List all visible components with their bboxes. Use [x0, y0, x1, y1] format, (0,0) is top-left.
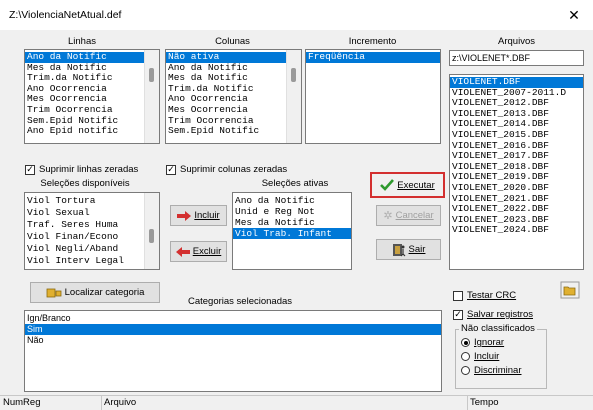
checkbox-icon: [453, 290, 463, 301]
colunas-item[interactable]: Ano Ocorrencia: [166, 94, 301, 105]
colunas-header: Colunas: [215, 36, 250, 47]
arquivo-item[interactable]: VIOLENET_2016.DBF: [450, 141, 583, 152]
incremento-item[interactable]: Freqüência: [306, 52, 440, 63]
selecao-disponivel-item[interactable]: Viol Tortura: [25, 195, 159, 207]
executar-button[interactable]: Executar: [370, 172, 445, 198]
selecao-disponivel-item[interactable]: Viol Negli/Aband: [25, 243, 159, 255]
cancelar-button[interactable]: ✲ Cancelar: [376, 205, 441, 226]
arquivo-item[interactable]: VIOLENET_2023.DBF: [450, 215, 583, 226]
categorias-header: Categorias selecionadas: [187, 296, 293, 307]
selecao-ativa-item[interactable]: Unid e Reg Not: [233, 206, 351, 217]
arquivo-item[interactable]: VIOLENET_2013.DBF: [450, 109, 583, 120]
arquivo-item[interactable]: VIOLENET_2018.DBF: [450, 162, 583, 173]
selecao-disponivel-item[interactable]: Traf. Seres Huma: [25, 219, 159, 231]
linhas-list[interactable]: Ano da Notific Mes da Notific Trim.da Noti…: [24, 49, 160, 144]
arquivo-item[interactable]: VIOLENET_2015.DBF: [450, 130, 583, 141]
arquivo-item[interactable]: VIOLENET_2007-2011.D: [450, 88, 583, 99]
salvar-registros-checkbox[interactable]: ✓ Salvar registros: [453, 309, 533, 320]
selecoes-disponiveis-list[interactable]: Viol Tortura Viol Sexual Traf. Seres Huma V…: [24, 192, 160, 270]
window-title: Z:\ViolenciaNetAtual.def: [9, 9, 122, 21]
selecoes-ativas-list[interactable]: Ano da Notific Unid e Reg Not Mes da Notif…: [232, 192, 352, 270]
radio-incluir[interactable]: Incluir: [461, 351, 499, 362]
arquivo-item[interactable]: VIOLENET_2014.DBF: [450, 119, 583, 130]
excluir-button[interactable]: Excluir: [170, 241, 227, 262]
localizar-categoria-button[interactable]: Localizar categoria: [30, 282, 160, 303]
radio-icon: [461, 338, 470, 347]
suprimir-colunas-checkbox[interactable]: ✓ Suprimir colunas zeradas: [166, 164, 287, 175]
arrow-right-icon: [177, 210, 192, 221]
selecoes-ativas-header: Seleções ativas: [261, 178, 329, 189]
linhas-scrollbar[interactable]: [144, 50, 159, 143]
arquivos-list[interactable]: VIOLENET.DBF VIOLENET_2007-2011.D VIOLENET…: [449, 74, 584, 270]
arrow-left-icon: [175, 246, 190, 257]
selecao-disponivel-item[interactable]: Viol Finan/Econo: [25, 231, 159, 243]
status-tempo: Tempo: [470, 397, 499, 408]
arquivos-header: Arquivos: [498, 36, 535, 47]
categoria-item[interactable]: Ign/Branco: [25, 313, 441, 324]
testar-crc-checkbox[interactable]: Testar CRC: [453, 290, 516, 301]
linhas-item[interactable]: Trim.da Notific: [25, 73, 159, 84]
categorias-list[interactable]: Ign/Branco Sim Não: [24, 310, 442, 392]
arquivos-filter-input[interactable]: z:\VIOLENET*.DBF: [449, 50, 584, 66]
status-numreg: NumReg: [0, 396, 102, 410]
radio-discriminar[interactable]: Discriminar: [461, 365, 522, 376]
categoria-item[interactable]: Não: [25, 335, 441, 346]
arquivo-item[interactable]: VIOLENET_2019.DBF: [450, 172, 583, 183]
colunas-list[interactable]: Não ativa Ano da Notific Mes da Notific Tri…: [165, 49, 302, 144]
title-bar: Z:\ViolenciaNetAtual.def ✕: [0, 0, 593, 30]
arquivo-item[interactable]: VIOLENET_2024.DBF: [450, 225, 583, 236]
selecao-ativa-item[interactable]: Mes da Notific: [233, 217, 351, 228]
colunas-item[interactable]: Trim Ocorrencia: [166, 116, 301, 127]
linhas-item[interactable]: Ano Ocorrencia: [25, 84, 159, 95]
find-category-icon: [46, 288, 62, 297]
linhas-item[interactable]: Mes da Notific: [25, 63, 159, 74]
disponiveis-scrollbar[interactable]: [144, 193, 159, 269]
linhas-header: Linhas: [68, 36, 96, 47]
status-bar: NumReg Arquivo Tempo: [0, 395, 593, 410]
folder-icon[interactable]: [560, 281, 580, 299]
linhas-item[interactable]: Ano da Notific: [25, 52, 159, 63]
linhas-item[interactable]: Ano Epid notific: [25, 126, 159, 137]
selecao-ativa-item[interactable]: Ano da Notific: [233, 195, 351, 206]
selecao-disponivel-item[interactable]: Viol Interv Legal: [25, 255, 159, 267]
selecoes-disponiveis-header: Seleções disponíveis: [40, 178, 130, 189]
selecao-disponivel-item[interactable]: Viol Sexual: [25, 207, 159, 219]
colunas-item[interactable]: Mes Ocorrencia: [166, 105, 301, 116]
checkbox-icon: ✓: [453, 309, 463, 320]
colunas-item[interactable]: Ano da Notific: [166, 63, 301, 74]
incremento-header: Incremento: [348, 36, 397, 47]
radio-ignorar[interactable]: Ignorar: [461, 337, 504, 348]
colunas-scrollbar[interactable]: [286, 50, 301, 143]
cancel-icon: ✲: [383, 210, 393, 222]
arquivo-item[interactable]: VIOLENET_2020.DBF: [450, 183, 583, 194]
linhas-item[interactable]: Sem.Epid Notific: [25, 116, 159, 127]
arquivo-item[interactable]: VIOLENET.DBF: [450, 77, 583, 88]
exit-door-icon: [392, 243, 405, 256]
arquivo-item[interactable]: VIOLENET_2022.DBF: [450, 204, 583, 215]
checkbox-icon: ✓: [166, 164, 176, 175]
radio-icon: [461, 352, 470, 361]
status-arquivo: Arquivo: [101, 396, 468, 410]
incluir-button[interactable]: Incluir: [170, 205, 227, 226]
close-icon[interactable]: ✕: [565, 7, 583, 23]
checkmark-icon: [380, 179, 395, 191]
colunas-item[interactable]: Trim.da Notific: [166, 84, 301, 95]
arquivo-item[interactable]: VIOLENET_2017.DBF: [450, 151, 583, 162]
checkbox-icon: ✓: [25, 164, 35, 175]
suprimir-linhas-checkbox[interactable]: ✓ Suprimir linhas zeradas: [25, 164, 138, 175]
colunas-item[interactable]: Não ativa: [166, 52, 301, 63]
sair-button[interactable]: Sair: [376, 239, 441, 260]
selecao-ativa-item[interactable]: Viol Trab. Infant: [233, 228, 351, 239]
colunas-item[interactable]: Sem.Epid Notific: [166, 126, 301, 137]
linhas-item[interactable]: Mes Ocorrencia: [25, 94, 159, 105]
categoria-item[interactable]: Sim: [25, 324, 441, 335]
nao-classificados-label: Não classificados: [459, 323, 537, 334]
arquivo-item[interactable]: VIOLENET_2012.DBF: [450, 98, 583, 109]
colunas-item[interactable]: Mes da Notific: [166, 73, 301, 84]
incremento-list[interactable]: Freqüência: [305, 49, 441, 144]
arquivo-item[interactable]: VIOLENET_2021.DBF: [450, 194, 583, 205]
radio-icon: [461, 366, 470, 375]
linhas-item[interactable]: Trim Ocorrencia: [25, 105, 159, 116]
